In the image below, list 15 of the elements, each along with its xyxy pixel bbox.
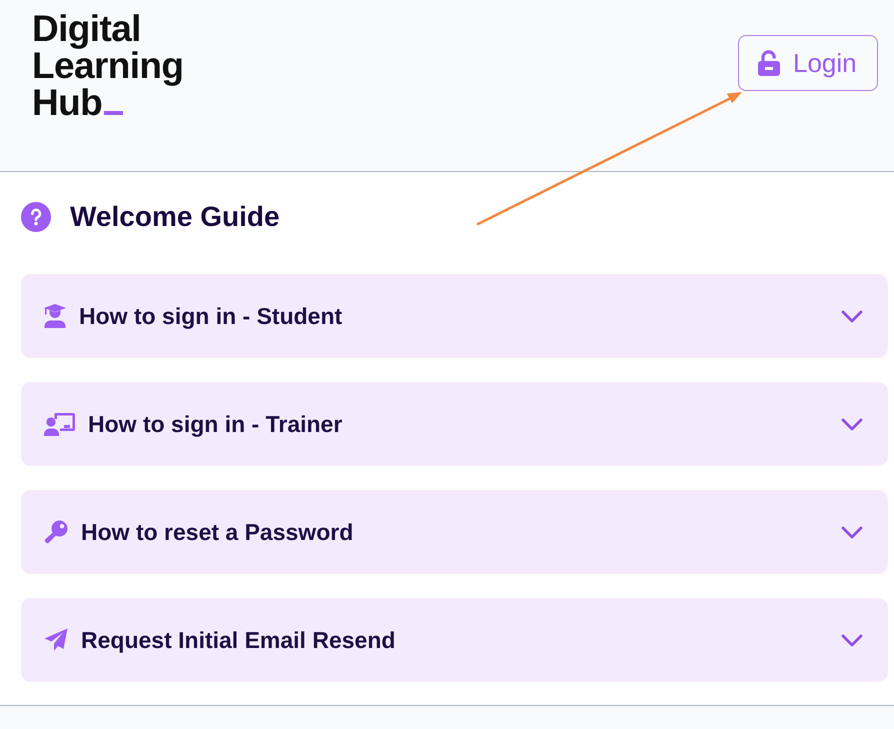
logo-text: Hub xyxy=(32,84,102,121)
accordion-header[interactable]: How to sign in - Student xyxy=(21,274,888,358)
open-padlock-icon xyxy=(757,50,781,76)
section-title: Welcome Guide xyxy=(70,202,280,232)
person-at-board-icon xyxy=(44,412,75,436)
accordion-header[interactable]: How to sign in - Trainer xyxy=(21,382,888,466)
logo-underscore-icon xyxy=(104,111,124,115)
accordion-header[interactable]: Request Initial Email Resend xyxy=(21,598,888,682)
login-button[interactable]: Login xyxy=(738,35,878,91)
graduate-student-icon xyxy=(44,304,66,328)
logo-text: Digital xyxy=(32,10,141,47)
accordion-header[interactable]: How to reset a Password xyxy=(21,490,888,574)
key-icon xyxy=(44,520,68,544)
paper-plane-icon xyxy=(44,628,68,652)
question-circle-icon xyxy=(21,202,51,232)
